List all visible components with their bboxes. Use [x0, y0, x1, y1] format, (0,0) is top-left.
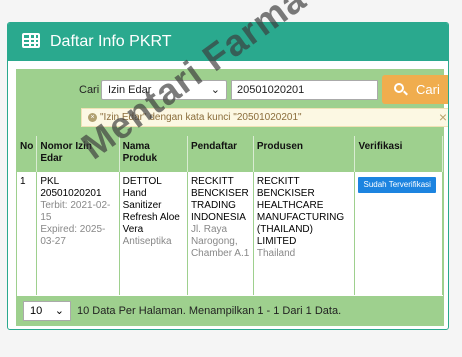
col-header-produk: Nama Produk: [119, 136, 188, 172]
panel-header: Daftar Info PKRT: [8, 23, 448, 61]
search-results-box: Cari Izin Edar ⌄ Cari ×"Izin Edar" denga…: [16, 69, 448, 326]
search-button-label: Cari: [416, 82, 440, 97]
clear-filter-icon[interactable]: ×: [88, 112, 97, 122]
table-row: 1 PKL 20501020201 Terbit: 2021-02-15 Exp…: [17, 172, 443, 295]
cell-produsen: RECKITT BENCKISER HEALTHCARE MANUFACTURI…: [253, 172, 356, 295]
search-bar: Cari Izin Edar ⌄ Cari ×"Izin Edar" denga…: [17, 70, 448, 136]
expired-date: Expired: 2025-03-27: [40, 224, 106, 247]
status-badge: Sudah Terverifikasi: [358, 177, 436, 193]
product-category: Antiseptika: [122, 236, 172, 247]
chevron-down-icon: ⌄: [210, 84, 220, 96]
col-header-verifikasi: Verifikasi: [354, 136, 443, 172]
izin-number: PKL 20501020201: [40, 176, 102, 199]
registrant-address: Jl. Raya Narogong, Chamber A.1: [190, 224, 250, 259]
pagination-bar: 10 ⌄ 10 Data Per Halaman. Menampilkan 1 …: [17, 296, 443, 326]
col-header-pendaftar: Pendaftar: [187, 136, 254, 172]
search-field-select[interactable]: Izin Edar ⌄: [101, 80, 227, 100]
search-field-value: Izin Edar: [108, 84, 152, 96]
cell-verifikasi: Sudah Terverifikasi: [354, 172, 443, 295]
table-icon: [22, 33, 40, 48]
pagination-info: 10 Data Per Halaman. Menampilkan 1 - 1 D…: [77, 305, 342, 317]
manufacturer-name: RECKITT BENCKISER HEALTHCARE MANUFACTURI…: [256, 176, 345, 247]
col-header-izin: Nomor Izin Edar: [36, 136, 120, 172]
cell-no: 1: [17, 172, 38, 295]
per-page-value: 10: [30, 305, 43, 317]
registrant-name: RECKITT BENCKISER TRADING INDONESIA: [190, 176, 249, 223]
search-filter-alert: × "Izin Edar" dengan kata kunci "20501020…: [81, 108, 448, 127]
pkrt-panel: Daftar Info PKRT Cari Izin Edar ⌄ Cari ×…: [7, 22, 449, 330]
close-alert-button[interactable]: ×: [439, 109, 447, 125]
alert-text: "Izin Edar" dengan kata kunci "205010202…: [100, 112, 302, 123]
search-keyword-input[interactable]: [231, 80, 378, 100]
search-icon: [394, 83, 404, 93]
panel-title: Daftar Info PKRT: [50, 33, 172, 50]
results-table: No Nomor Izin Edar Nama Produk Pendaftar…: [17, 136, 443, 295]
cell-produk: DETTOL Hand Sanitizer Refresh Aloe Vera …: [119, 172, 188, 295]
cell-pendaftar: RECKITT BENCKISER TRADING INDONESIA Jl. …: [187, 172, 254, 295]
col-header-produsen: Produsen: [253, 136, 356, 172]
search-label: Cari: [79, 84, 100, 96]
product-name: DETTOL Hand Sanitizer Refresh Aloe Vera: [122, 176, 180, 235]
cell-izin: PKL 20501020201 Terbit: 2021-02-15 Expir…: [36, 172, 120, 295]
col-header-no: No: [17, 136, 38, 172]
manufacturer-country: Thailand: [256, 248, 296, 259]
terbit-date: Terbit: 2021-02-15: [40, 200, 111, 223]
search-button[interactable]: Cari: [382, 75, 448, 104]
table-header-row: No Nomor Izin Edar Nama Produk Pendaftar…: [17, 136, 443, 172]
per-page-select[interactable]: 10 ⌄: [23, 301, 71, 321]
chevron-down-icon: ⌄: [54, 305, 64, 317]
